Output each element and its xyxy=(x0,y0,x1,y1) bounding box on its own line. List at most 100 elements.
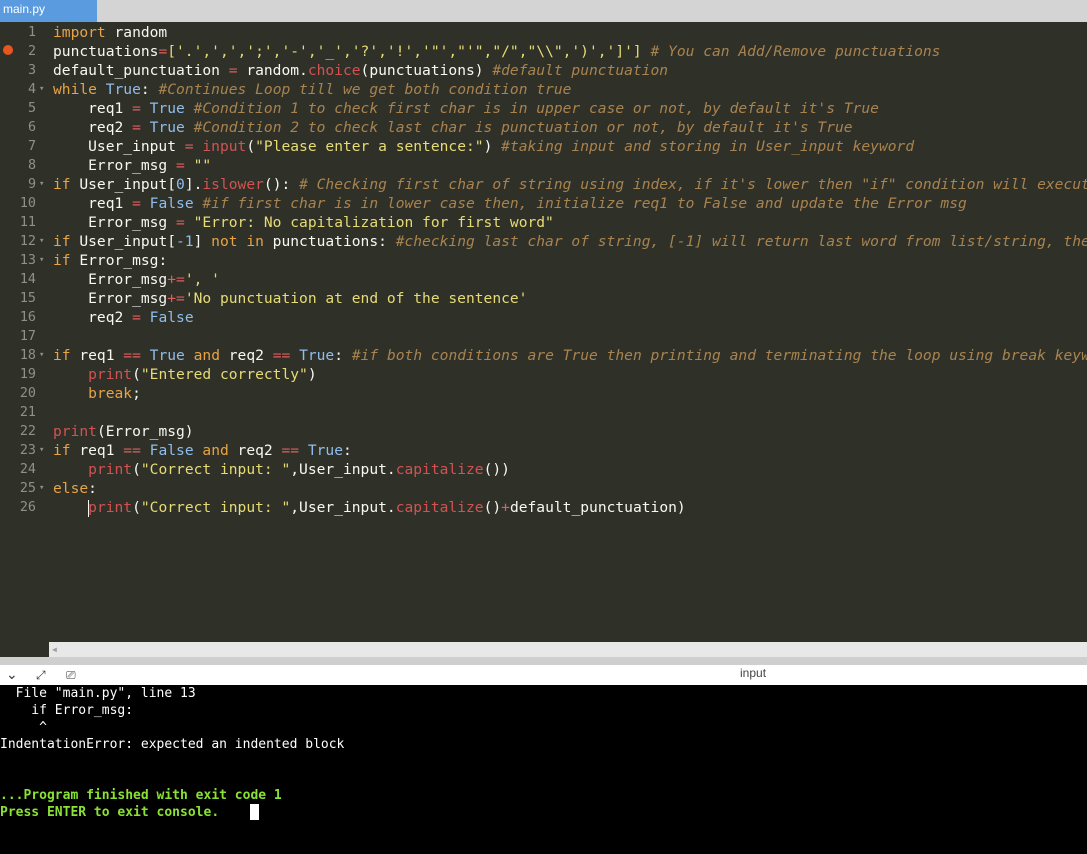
line-number: 22 xyxy=(19,424,36,439)
code-line[interactable]: if User_input[-1] not in punctuations: #… xyxy=(53,232,1087,251)
code-line[interactable]: import random xyxy=(53,23,167,42)
console-line: ^ xyxy=(0,720,47,735)
code-token: User_input xyxy=(53,138,185,155)
code-token: == xyxy=(281,442,300,459)
code-token: = xyxy=(176,214,185,231)
code-line[interactable]: punctuations=['.',',',';','-','_','?','!… xyxy=(53,42,940,61)
chevron-down-icon[interactable]: ⌄ xyxy=(6,665,18,685)
code-token: True xyxy=(307,442,344,459)
line-number: 3 xyxy=(27,63,36,78)
console-line: Press ENTER to exit console. xyxy=(0,805,220,820)
code-line[interactable]: Error_msg+=', ' xyxy=(53,270,220,289)
fold-chevron-icon[interactable]: ▾ xyxy=(39,251,44,270)
code-token: import xyxy=(53,24,106,41)
code-token: = xyxy=(158,43,168,60)
code-token: req2 xyxy=(53,309,133,326)
code-token: Error_msg: xyxy=(70,252,168,269)
line-number: 5 xyxy=(27,101,36,116)
code-token: (): xyxy=(263,176,300,193)
console-toolbar: ⌄ ⤢ ⎚ input xyxy=(0,665,1087,685)
console-line: if Error_msg: xyxy=(0,703,134,718)
code-token: True xyxy=(149,100,185,117)
code-token: if xyxy=(53,252,71,269)
code-token: User_input[ xyxy=(70,176,177,193)
code-token: capitalize xyxy=(395,499,484,516)
code-token: ) xyxy=(307,366,317,383)
code-token: req1 xyxy=(53,100,133,117)
code-line[interactable]: else: xyxy=(53,479,97,498)
code-line[interactable]: req1 = False #if first char is in lower … xyxy=(53,194,967,213)
line-number: 17 xyxy=(19,329,36,344)
code-token: req2 xyxy=(53,119,133,136)
code-token: default_punctuation) xyxy=(509,499,686,516)
code-line[interactable]: req2 = True #Condition 2 to check last c… xyxy=(53,118,852,137)
tab-main-py[interactable]: main.py xyxy=(0,0,97,22)
code-token: ,User_input. xyxy=(290,461,396,478)
console-output[interactable]: File "main.py", line 13 if Error_msg: ^ I… xyxy=(0,685,1087,854)
code-line[interactable]: Error_msg = "Error: No capitalization fo… xyxy=(53,213,554,232)
code-token: "Please enter a sentence:" xyxy=(255,138,484,155)
code-line[interactable]: Error_msg+='No punctuation at end of the… xyxy=(53,289,527,308)
line-number: 10 xyxy=(19,196,36,211)
expand-icon[interactable]: ⤢ xyxy=(36,665,46,685)
code-line[interactable]: print("Entered correctly") xyxy=(53,365,317,384)
code-line[interactable]: default_punctuation = random.choice(punc… xyxy=(53,61,668,80)
panel-splitter[interactable] xyxy=(0,657,1087,665)
code-token: # Checking first char of string using in… xyxy=(299,176,1087,193)
code-token: Error_msg xyxy=(53,157,177,174)
fold-chevron-icon[interactable]: ▾ xyxy=(39,479,44,498)
code-line[interactable]: User_input = input("Please enter a sente… xyxy=(53,137,914,156)
line-number: 20 xyxy=(19,386,36,401)
code-line[interactable]: print("Correct input: ",User_input.capit… xyxy=(53,498,686,517)
code-line[interactable]: while True: #Continues Loop till we get … xyxy=(53,80,571,99)
code-token: True xyxy=(105,81,141,98)
fold-chevron-icon[interactable]: ▾ xyxy=(39,441,44,460)
code-token: #Continues Loop till we get both conditi… xyxy=(158,81,572,98)
code-token: random. xyxy=(237,62,308,79)
fold-chevron-icon[interactable]: ▾ xyxy=(39,175,44,194)
code-line[interactable]: if req1 == False and req2 == True: xyxy=(53,441,352,460)
code-token: print xyxy=(88,499,133,516)
code-line[interactable]: print("Correct input: ",User_input.capit… xyxy=(53,460,510,479)
code-token: ,User_input. xyxy=(290,499,396,516)
code-token: "" xyxy=(193,157,212,174)
code-line[interactable]: req2 = False xyxy=(53,308,193,327)
code-token: False xyxy=(149,442,194,459)
code-token: random xyxy=(105,24,168,41)
code-token: req1 xyxy=(70,442,124,459)
code-token: default_punctuation xyxy=(53,62,229,79)
code-token: punctuations xyxy=(53,43,159,60)
code-line[interactable]: if User_input[0].islower(): # Checking f… xyxy=(53,175,1087,194)
code-token: = xyxy=(132,195,141,212)
code-line[interactable]: print(Error_msg) xyxy=(53,422,194,441)
code-editor[interactable]: 1 2 3 4 5 6 7 8 9 10 11 12 13 14 15 16 17 18 19 20 21 22 23 24 2… xyxy=(0,22,1087,642)
console-title: input xyxy=(740,666,767,680)
code-line[interactable]: if req1 == True and req2 == True: #if bo… xyxy=(53,346,1087,365)
code-line[interactable]: Error_msg = "" xyxy=(53,156,211,175)
code-token: print xyxy=(53,423,97,440)
fold-chevron-icon[interactable]: ▾ xyxy=(39,346,44,365)
code-line[interactable]: break; xyxy=(53,384,141,403)
code-token: ( xyxy=(132,366,141,383)
fold-chevron-icon[interactable]: ▾ xyxy=(39,232,44,251)
line-number: 7 xyxy=(27,139,36,154)
clear-icon[interactable]: ⎚ xyxy=(66,665,76,685)
code-token: "Correct input: " xyxy=(140,499,291,516)
line-number: 2 xyxy=(27,44,36,59)
code-token: if xyxy=(53,347,71,364)
fold-chevron-icon[interactable]: ▾ xyxy=(39,80,44,99)
horizontal-scrollbar[interactable] xyxy=(49,642,1087,657)
code-token: req1 xyxy=(53,195,133,212)
code-line[interactable]: req1 = True #Condition 1 to check first … xyxy=(53,99,879,118)
scroll-left-icon[interactable]: ◀ xyxy=(52,645,57,654)
code-line[interactable]: if Error_msg: xyxy=(53,251,167,270)
code-token: + xyxy=(501,499,510,516)
code-token: choice xyxy=(307,62,361,79)
console-line: ...Program finished with exit code 1 xyxy=(0,788,282,803)
